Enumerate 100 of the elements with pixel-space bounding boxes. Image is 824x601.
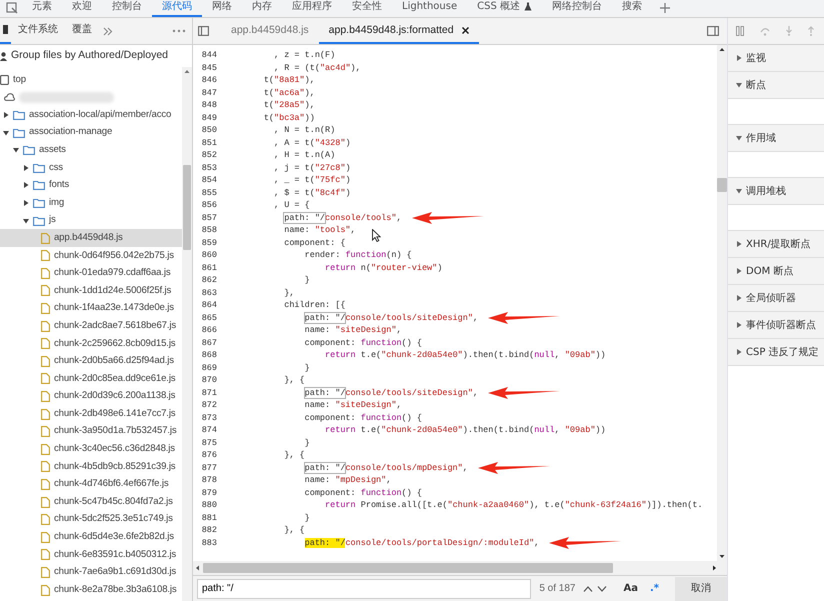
file-item[interactable]: chunk-2d0c85ea.dd9ce61e.js <box>0 370 182 388</box>
file-item[interactable]: chunk-3c40ec56.c36d2848.js <box>0 440 182 458</box>
file-item[interactable]: app.b4459d48.js <box>0 229 182 247</box>
folder-icon <box>33 216 45 226</box>
file-icon <box>41 584 50 596</box>
regex-button[interactable]: .* <box>646 581 663 596</box>
panel-tab[interactable]: 内存 <box>242 0 282 17</box>
file-item[interactable]: chunk-1dd1d24e.5006f25f.js <box>0 282 182 300</box>
editor-tab[interactable]: app.b4459d48.js:formatted <box>318 18 479 44</box>
folder-icon <box>13 110 25 120</box>
collapsed-arrow-icon[interactable] <box>23 200 29 206</box>
navigator-tab[interactable]: 文件系统 <box>11 18 65 44</box>
scrollbar-thumb[interactable] <box>203 563 613 573</box>
group-files-label: Group files by Authored/Deployed <box>11 48 168 64</box>
section-header[interactable]: 作用域 <box>728 125 824 152</box>
code-line: , H = t.n(A) <box>273 149 336 162</box>
sidebar-toggle-icon[interactable] <box>198 26 209 36</box>
tree-item[interactable]: top <box>0 71 182 89</box>
file-item[interactable]: chunk-2d0b5a66.d25f94ad.js <box>0 352 182 370</box>
section-header[interactable]: CSP 违反了规定 <box>728 339 824 366</box>
section-header[interactable]: 断点 <box>728 72 824 99</box>
person-icon[interactable] <box>0 52 7 60</box>
code-line: return n("router-view") <box>324 262 442 274</box>
scrollbar[interactable] <box>193 561 727 575</box>
file-item[interactable]: chunk-6d5d4e3e.6fe2b82d.js <box>0 528 182 546</box>
code-line: , A = t("4328") <box>273 136 351 149</box>
folder-item[interactable]: fonts <box>0 176 182 194</box>
file-item[interactable]: chunk-4d746bf6.4ef667fe.js <box>0 476 182 494</box>
panel-tab[interactable]: CSS 概述 <box>467 0 542 17</box>
collapsed-arrow-icon[interactable] <box>23 182 29 188</box>
code-line: name: "tools", <box>283 224 356 236</box>
code-line: path: "/console/tools/mpDesign", <box>304 462 468 474</box>
collapsed-arrow-icon[interactable] <box>3 112 9 118</box>
folder-item[interactable]: js <box>0 212 182 230</box>
file-item[interactable]: chunk-2db498e6.141e7cc7.js <box>0 405 182 423</box>
line-number: 866 <box>200 324 218 336</box>
code-line: , U = { <box>273 199 310 212</box>
scrollbar[interactable] <box>717 45 727 561</box>
panel-tab[interactable]: 应用程序 <box>282 0 342 17</box>
code-line: } <box>304 436 310 449</box>
folder-item[interactable]: association-local/api/member/acco <box>0 106 182 124</box>
pause-icon[interactable] <box>736 26 744 36</box>
folder-item[interactable]: img <box>0 194 182 212</box>
file-item[interactable]: chunk-8e2a78be.3b3a6108.js <box>0 581 182 599</box>
line-number: 855 <box>200 186 218 199</box>
sidebar-toggle-icon[interactable] <box>707 26 719 36</box>
panel-tab[interactable]: 控制台 <box>102 0 152 17</box>
inspect-icon[interactable] <box>6 2 18 14</box>
scrollbar[interactable] <box>182 67 192 601</box>
file-icon <box>41 549 50 560</box>
match-count: 5 of 187 <box>538 582 576 596</box>
close-icon[interactable] <box>462 26 469 34</box>
file-item[interactable]: chunk-7ae6a9b1.c691d30d.js <box>0 564 182 582</box>
panel-tab[interactable]: 搜索 <box>612 0 652 17</box>
panel-tab[interactable]: 安全性 <box>342 0 392 17</box>
file-item[interactable]: chunk-3a950d1a.7b532457.js <box>0 422 182 440</box>
line-number: 860 <box>200 249 218 262</box>
folder-item[interactable]: css <box>0 158 182 177</box>
file-item[interactable]: chunk-5dc2f525.3e51c749.js <box>0 510 182 528</box>
add-tab-icon[interactable] <box>660 3 670 13</box>
previous-match-icon[interactable] <box>583 584 594 592</box>
file-item[interactable]: chunk-6e83591c.b4050312.js <box>0 546 182 564</box>
cancel-button[interactable]: 取消 <box>675 576 727 600</box>
scrollbar-thumb[interactable] <box>183 165 191 250</box>
section-header[interactable]: DOM 断点 <box>728 258 824 285</box>
code-line: }, { <box>283 449 305 462</box>
panel-tab[interactable]: Lighthouse <box>392 0 468 17</box>
more-tabs-icon[interactable] <box>103 27 113 36</box>
section-header[interactable]: 事件侦听器断点 <box>728 312 824 339</box>
navigator-tab[interactable]: 覆盖 <box>65 18 99 44</box>
file-item[interactable]: chunk-0d64f956.042e2b75.js <box>0 246 182 265</box>
expanded-arrow-icon[interactable] <box>3 130 9 136</box>
file-item[interactable]: chunk-1f4aa23e.1473de0e.js <box>0 300 182 318</box>
section-header[interactable]: 全局侦听器 <box>728 285 824 312</box>
next-match-icon[interactable] <box>597 584 608 592</box>
folder-item[interactable]: association-manage <box>0 124 182 142</box>
code-line: path: "/console/tools/siteDesign", <box>304 386 478 399</box>
file-item[interactable]: chunk-2c259662.8cb09d15.js <box>0 334 182 352</box>
file-item[interactable]: chunk-4b5db9cb.85291c39.js <box>0 458 182 476</box>
file-item[interactable]: chunk-5c47b45c.804fd7a2.js <box>0 493 182 511</box>
panel-tab[interactable]: 网络 <box>202 0 242 17</box>
line-number: 876 <box>200 449 218 462</box>
expanded-arrow-icon[interactable] <box>13 147 19 154</box>
section-header[interactable]: XHR/提取断点 <box>728 231 824 258</box>
file-item[interactable]: chunk-2d0d39c6.200a1138.js <box>0 388 182 406</box>
section-header[interactable]: 监视 <box>728 45 824 72</box>
panel-tab[interactable]: 欢迎 <box>62 0 102 17</box>
section-header[interactable]: 调用堆栈 <box>728 178 824 205</box>
folder-item[interactable]: assets <box>0 141 182 159</box>
panel-tab[interactable]: 元素 <box>22 0 62 17</box>
file-item[interactable]: chunk-2adc8ae7.5618be67.js <box>0 317 182 335</box>
panel-tab[interactable]: 网络控制台 <box>542 0 612 17</box>
scrollbar-thumb[interactable] <box>717 178 727 192</box>
search-field[interactable]: path: "/ <box>197 578 532 598</box>
editor-tab[interactable]: app.b4459d48.js <box>221 18 319 44</box>
file-item[interactable]: chunk-01eda979.cdaff6aa.js <box>0 264 182 282</box>
collapsed-arrow-icon[interactable] <box>23 164 29 171</box>
expanded-arrow-icon[interactable] <box>23 218 29 224</box>
match-case-button[interactable]: Aa <box>619 581 642 596</box>
more-options-icon[interactable] <box>172 29 186 33</box>
